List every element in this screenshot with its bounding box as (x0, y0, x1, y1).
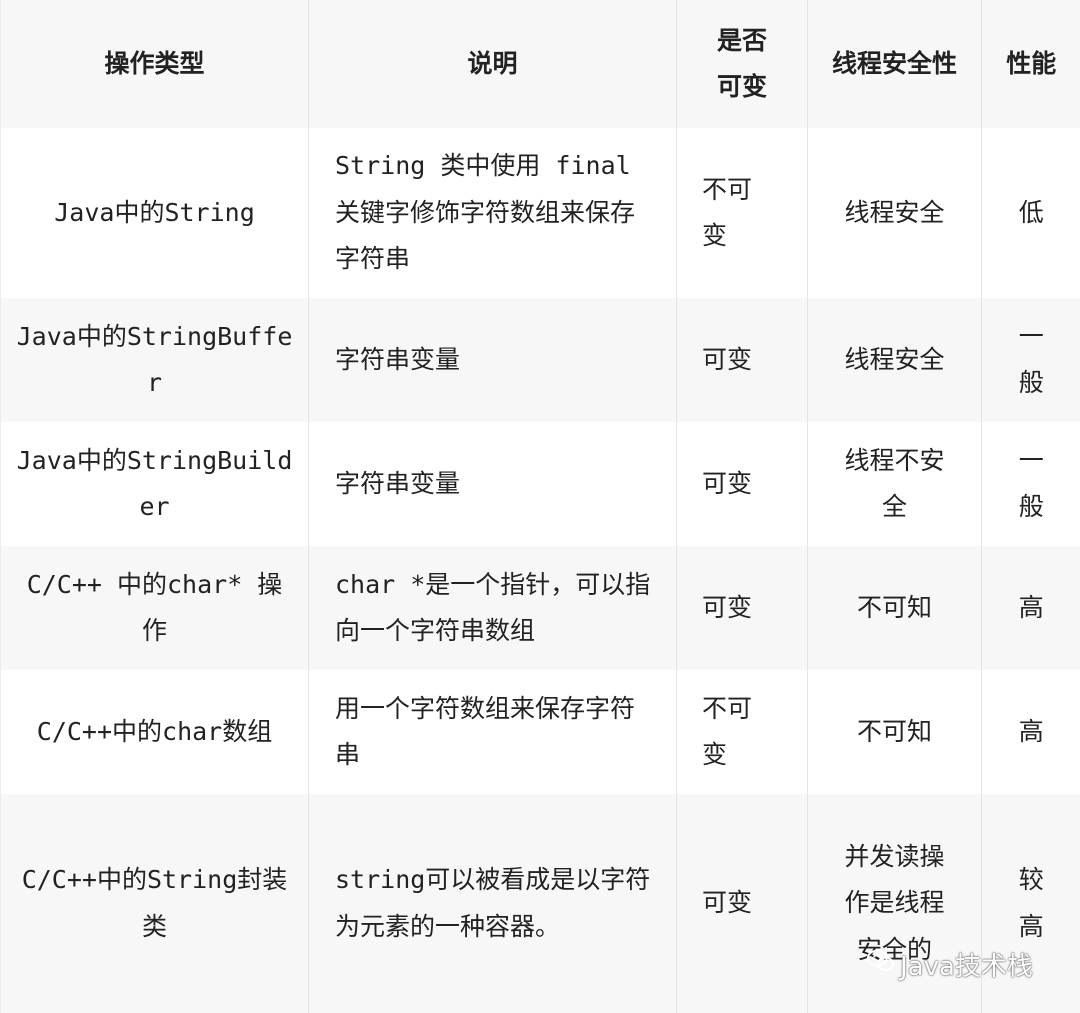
cell-type: C/C++ 中的char* 操作 (0, 546, 309, 670)
header-performance: 性能 (981, 0, 1080, 128)
wechat-icon (866, 946, 896, 983)
cell-thread-safety: 不可知 (807, 670, 982, 794)
cell-performance: 低 (981, 128, 1080, 298)
cell-mutable: 可变 (676, 546, 808, 670)
cell-thread-safety: 线程安全 (807, 128, 982, 298)
cell-thread-safety: 线程不安全 (807, 422, 982, 546)
table-row: Java中的StringBuilder 字符串变量 可变 线程不安全 一般 (0, 422, 1080, 546)
cell-mutable: 不可变 (676, 670, 808, 794)
cell-performance: 高 (981, 670, 1080, 794)
cell-type: C/C++中的char数组 (0, 670, 309, 794)
cell-performance: 高 (981, 546, 1080, 670)
cell-description: String 类中使用 final 关键字修饰字符数组来保存字符串 (308, 128, 677, 298)
cell-type: Java中的StringBuilder (0, 422, 309, 546)
cell-thread-safety: 不可知 (807, 546, 982, 670)
cell-type: C/C++中的String封装类 (0, 794, 309, 1013)
header-type: 操作类型 (0, 0, 309, 128)
cell-type: Java中的String (0, 128, 309, 298)
cell-thread-safety: 线程安全 (807, 298, 982, 422)
cell-description: string可以被看成是以字符 为元素的一种容器。 (308, 794, 677, 1013)
cell-description: 字符串变量 (308, 298, 677, 422)
table-row: C/C++ 中的char* 操作 char *是一个指针，可以指向一个字符串数组… (0, 546, 1080, 670)
header-thread-safety: 线程安全性 (807, 0, 982, 128)
string-comparison-table: 操作类型 说明 是否可变 线程安全性 性能 Java中的String Strin… (0, 0, 1080, 1013)
cell-performance: 一般 (981, 298, 1080, 422)
table-row: Java中的String String 类中使用 final 关键字修饰字符数组… (0, 128, 1080, 298)
cell-description: 用一个字符数组来保存字符串 (308, 670, 677, 794)
cell-mutable: 可变 (676, 298, 808, 422)
table-header-row: 操作类型 说明 是否可变 线程安全性 性能 (0, 0, 1080, 128)
cell-type: Java中的StringBuffer (0, 298, 309, 422)
cell-mutable: 不可变 (676, 128, 808, 298)
cell-description: char *是一个指针，可以指向一个字符串数组 (308, 546, 677, 670)
header-description: 说明 (308, 0, 677, 128)
cell-performance: 一般 (981, 422, 1080, 546)
cell-mutable: 可变 (676, 422, 808, 546)
table-row: C/C++中的char数组 用一个字符数组来保存字符串 不可变 不可知 高 (0, 670, 1080, 794)
watermark: Java技术栈 (866, 946, 1033, 983)
cell-mutable: 可变 (676, 794, 808, 1013)
watermark-text: Java技术栈 (900, 952, 1033, 982)
table-row: Java中的StringBuffer 字符串变量 可变 线程安全 一般 (0, 298, 1080, 422)
cell-description: 字符串变量 (308, 422, 677, 546)
header-mutable: 是否可变 (676, 0, 808, 128)
